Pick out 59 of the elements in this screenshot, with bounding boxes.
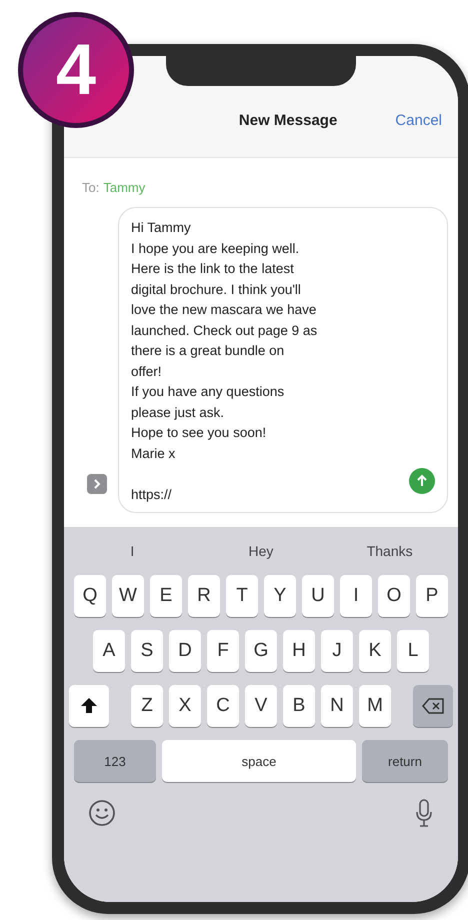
letter-key[interactable]: Q <box>74 575 106 617</box>
letter-key[interactable]: L <box>397 630 429 672</box>
letter-key[interactable]: R <box>188 575 220 617</box>
letter-key[interactable]: M <box>359 685 391 727</box>
message-line: Here is the link to the latest <box>131 260 295 278</box>
message-line: I hope you are keeping well. <box>131 240 300 258</box>
letter-key[interactable]: E <box>150 575 182 617</box>
letter-key[interactable]: K <box>359 630 391 672</box>
apps-icon[interactable] <box>86 473 108 495</box>
letter-key[interactable]: Y <box>264 575 296 617</box>
letter-key[interactable]: X <box>169 685 201 727</box>
letter-key[interactable]: B <box>283 685 315 727</box>
step-badge: 4 <box>18 12 134 128</box>
message-line: Hi Tammy <box>131 219 192 237</box>
microphone-icon[interactable] <box>414 798 434 828</box>
word-suggestion[interactable]: Hey <box>196 542 326 560</box>
letter-key[interactable]: J <box>321 630 353 672</box>
delete-key[interactable] <box>413 685 453 727</box>
letter-key[interactable]: H <box>283 630 315 672</box>
send-button[interactable] <box>409 468 435 494</box>
letter-key[interactable]: O <box>378 575 410 617</box>
arrow-up-icon <box>415 474 429 488</box>
word-suggestion[interactable]: Thanks <box>325 542 454 560</box>
letter-key[interactable]: T <box>226 575 258 617</box>
letter-key[interactable]: W <box>112 575 144 617</box>
return-key[interactable]: return <box>362 740 448 782</box>
message-line: love the new mascara we have <box>131 301 318 319</box>
letter-key[interactable]: D <box>169 630 201 672</box>
letter-key[interactable]: C <box>207 685 239 727</box>
message-line: Hope to see you soon! <box>131 424 268 442</box>
message-line: there is a great bundle on <box>131 342 286 360</box>
numbers-key[interactable]: 123 <box>74 740 156 782</box>
letter-key[interactable]: A <box>93 630 125 672</box>
message-line: launched. Check out page 9 as <box>131 322 318 340</box>
message-line: digital brochure. I think you'll <box>131 280 302 299</box>
screen-title: New Message <box>238 112 338 129</box>
word-suggestion[interactable]: I <box>68 542 197 560</box>
cancel-button[interactable]: Cancel <box>395 112 442 129</box>
letter-key[interactable]: N <box>321 685 353 727</box>
message-field[interactable] <box>118 207 448 513</box>
letter-key[interactable]: G <box>245 630 277 672</box>
letter-key[interactable]: I <box>340 575 372 617</box>
letter-key[interactable]: P <box>416 575 448 617</box>
emoji-icon[interactable] <box>88 799 116 827</box>
to-label: To: <box>82 180 100 195</box>
shift-icon <box>80 697 98 715</box>
letter-key[interactable]: F <box>207 630 239 672</box>
letter-key[interactable]: U <box>302 575 334 617</box>
letter-key[interactable]: Z <box>131 685 163 727</box>
letter-key[interactable]: V <box>245 685 277 727</box>
letter-key[interactable]: S <box>131 630 163 672</box>
link-text[interactable]: https:// <box>131 484 318 505</box>
shift-key[interactable] <box>69 685 109 727</box>
message-line: please just ask. <box>131 404 226 422</box>
message-line: Marie x <box>131 444 176 462</box>
message-line: offer! <box>131 362 163 380</box>
delete-icon <box>422 698 444 714</box>
message-line: If you have any questions <box>131 383 286 401</box>
space-key[interactable]: space <box>162 740 356 782</box>
